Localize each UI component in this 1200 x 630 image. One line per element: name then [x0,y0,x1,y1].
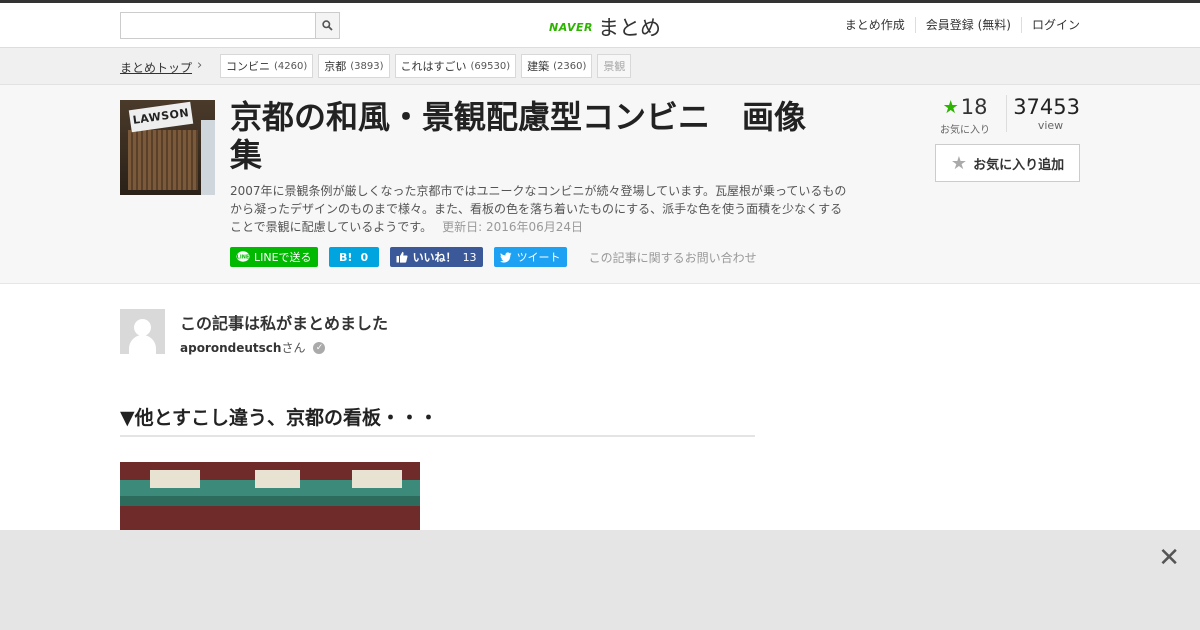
ad-overlay: ✕ [0,530,1200,630]
favorite-label: お気に入り [940,125,990,136]
tag-count: (69530) [470,60,511,72]
naver-logo-text: NAVER [549,20,593,34]
view-counter: 37453 view [1006,95,1080,132]
site-logo[interactable]: NAVER まとめ [549,12,661,42]
tag-keikan[interactable]: 景観 [597,54,632,78]
tag-korehasugoi[interactable]: これはすごい (69530) [394,54,517,78]
article-description: 2007年に景観条例が厳しくなった京都市ではユニークなコンビニが続々登場していま… [230,182,850,236]
svg-text:LINE: LINE [237,255,250,261]
breadcrumb: まとめトップ › コンビニ (4260) 京都 (3893) これはすごい (6… [0,48,1200,85]
thumbnail-blinds [128,130,198,190]
create-matome-link[interactable]: まとめ作成 [835,17,915,33]
favorite-counter: ★ 18 お気に入り [938,95,992,136]
tweet-label: ツイート [516,251,561,264]
header-nav: まとめ作成 会員登録 (無料) ログイン [835,17,1080,33]
hatena-bookmark-button[interactable]: B! 0 [328,247,379,267]
view-count: 37453 [1013,95,1080,119]
photo-sign [255,470,300,488]
tag-count: (2360) [553,60,587,72]
thumbnail-door [201,120,215,195]
article-header: LAWSON 京都の和風・景観配慮型コンビニ 画像集 2007年に景観条例が厳し… [0,85,1200,284]
hatena-icon: B! [339,250,353,264]
photo-roof-shadow [120,496,420,506]
close-icon[interactable]: ✕ [1158,545,1180,571]
tag-kyoto[interactable]: 京都 (3893) [318,54,390,78]
favorite-count: 18 [960,95,988,119]
tag-list: コンビニ (4260) 京都 (3893) これはすごい (69530) 建築 … [220,54,632,78]
login-link[interactable]: ログイン [1020,17,1080,33]
author-name-link[interactable]: aporondeutsch [180,341,281,355]
star-icon: ★ [950,152,968,174]
facebook-like-button[interactable]: いいね！ 13 [389,247,483,267]
photo-sign [150,470,200,488]
matome-logo-text: まとめ [597,16,661,40]
article-thumbnail[interactable]: LAWSON [120,100,215,195]
section-heading: ▼他とすこし違う、京都の看板・・・ [120,403,755,437]
register-link[interactable]: 会員登録 (無料) [914,17,1021,33]
breadcrumb-top-link[interactable]: まとめトップ [120,59,192,76]
page-title: 京都の和風・景観配慮型コンビニ 画像集 [230,98,807,174]
avatar[interactable] [120,309,165,354]
line-share-button[interactable]: LINE LINEで送る [230,247,318,267]
hatena-count: 0 [360,250,369,264]
add-favorite-button[interactable]: ★ お気に入り追加 [935,144,1080,182]
tag-count: (3893) [350,60,384,72]
tag-label: 景観 [603,60,626,73]
line-icon: LINE [236,251,250,262]
facebook-like-count: 13 [462,250,477,264]
avatar-body [129,335,156,354]
author-name-row: aporondeutsch さん ✓ [180,339,480,356]
article-image[interactable] [120,462,420,532]
share-buttons: LINE LINEで送る B! 0 いいね！ 13 ツイート この記事に関するお… [230,247,757,267]
tag-count: (4260) [274,60,308,72]
tag-label: これはすごい [400,60,467,73]
tag-konbini[interactable]: コンビニ (4260) [220,54,314,78]
photo-sign [352,470,402,488]
star-icon: ★ [942,96,959,118]
tag-kenchiku[interactable]: 建築 (2360) [521,54,593,78]
thumbs-up-icon [396,251,408,263]
tag-label: 京都 [324,60,347,73]
twitter-bird-icon [499,251,512,263]
search-input[interactable] [120,12,315,39]
add-favorite-label: お気に入り追加 [973,157,1065,173]
chevron-right-icon: › [197,58,203,73]
updated-date: 更新日: 2016年06月24日 [442,220,584,234]
tag-label: 建築 [527,60,550,73]
avatar-head [134,319,151,336]
thumbnail-sign: LAWSON [128,101,194,133]
author-heading: この記事は私がまとめました [180,314,389,333]
search-bar [120,12,340,39]
tweet-button[interactable]: ツイート [493,247,567,267]
search-icon [322,20,333,31]
site-header: NAVER まとめ まとめ作成 会員登録 (無料) ログイン [0,3,1200,48]
tag-label: コンビニ [226,60,270,73]
facebook-like-label: いいね！ [412,251,457,264]
contact-link[interactable]: この記事に関するお問い合わせ [589,249,757,266]
view-label: view [1037,119,1064,132]
line-share-label: LINEで送る [254,251,312,264]
verified-icon: ✓ [313,341,326,354]
author-suffix: さん [281,341,306,355]
search-button[interactable] [315,12,340,39]
